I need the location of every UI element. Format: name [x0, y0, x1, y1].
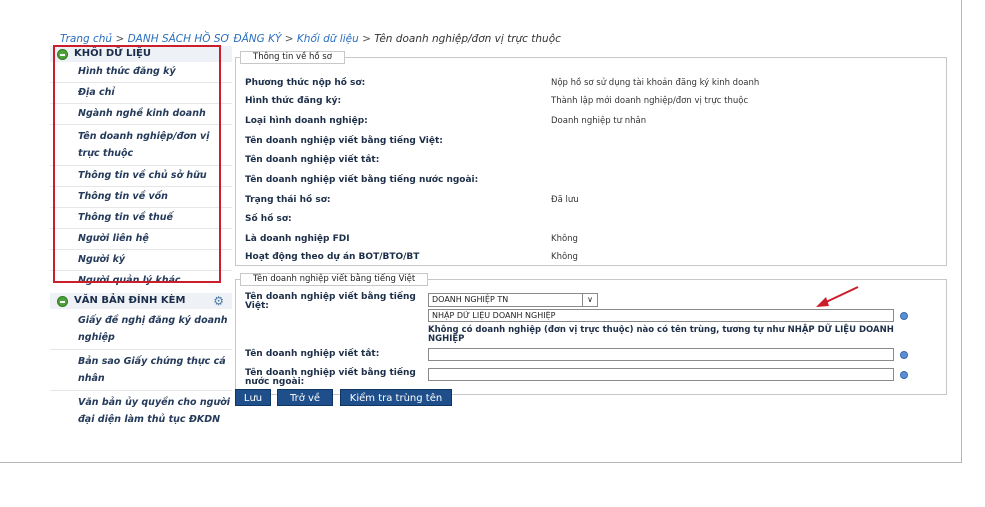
back-button[interactable]: Trở về [277, 389, 333, 406]
info-value: Thành lập mới doanh nghiệp/đơn vị trực t… [551, 96, 749, 106]
info-label: Là doanh nghiệp FDI [245, 234, 350, 244]
info-label: Tên doanh nghiệp viết bằng tiếng nước ng… [245, 175, 479, 185]
business-type-select[interactable]: DOANH NGHIỆP TN ∨ [428, 293, 598, 307]
info-label: Trạng thái hồ sơ: [245, 195, 331, 205]
info-label: Loại hình doanh nghiệp: [245, 116, 368, 126]
sidebar-item-request-form[interactable]: Giấy đề nghị đăng ký doanh nghiệp [50, 309, 232, 350]
info-dot-icon[interactable] [900, 351, 908, 359]
highlight-box [53, 45, 221, 283]
info-label: Số hồ sơ: [245, 214, 292, 224]
breadcrumb: Trang chủ > DANH SÁCH HỒ SƠ ĐĂNG KÝ > Kh… [60, 33, 561, 45]
check-duplicate-button[interactable]: Kiểm tra trùng tên [340, 389, 452, 406]
foreign-name-label: Tên doanh nghiệp viết bằng tiếng nước ng… [245, 368, 416, 387]
foreign-name-input[interactable] [428, 368, 894, 381]
breadcrumb-home[interactable]: Trang chủ [60, 33, 112, 45]
breadcrumb-sep: > [115, 33, 125, 45]
select-value: DOANH NGHIỆP TN [432, 295, 509, 304]
status-value: Đã lưu [551, 195, 579, 205]
red-arrow-icon [816, 286, 859, 307]
minus-circle-icon[interactable] [57, 296, 68, 307]
info-label: Hoạt động theo dự án BOT/BTO/BT [245, 252, 420, 262]
sidebar-item-authorization[interactable]: Văn bản ủy quyền cho người đại diện làm … [50, 391, 232, 431]
breadcrumb-current: Tên doanh nghiệp/đơn vị trực thuộc [374, 33, 561, 45]
chevron-down-icon[interactable]: ∨ [582, 294, 597, 306]
panel-legend: Tên doanh nghiệp viết bằng tiếng Việt [240, 273, 429, 286]
info-dot-icon[interactable] [900, 371, 908, 379]
abbr-name-label: Tên doanh nghiệp viết tắt: [245, 349, 380, 359]
info-value: Nộp hồ sơ sử dụng tài khoản đăng ký kinh… [551, 78, 760, 88]
sidebar-item-id-copy[interactable]: Bản sao Giấy chứng thực cá nhân [50, 350, 232, 391]
abbr-name-input[interactable] [428, 348, 894, 361]
info-label: Tên doanh nghiệp viết bằng tiếng Việt: [245, 136, 443, 146]
vn-name-input[interactable] [428, 309, 894, 322]
sidebar-attachment-list: Giấy đề nghị đăng ký doanh nghiệp Bản sa… [50, 309, 232, 431]
vn-name-label: Tên doanh nghiệp viết bằng tiếng Việt: [245, 292, 416, 311]
info-label: Hình thức đăng ký: [245, 96, 342, 106]
gear-icon[interactable]: ⚙ [213, 294, 224, 308]
section-title: VĂN BẢN ĐÍNH KÈM [74, 295, 186, 306]
save-button[interactable]: Lưu [235, 389, 271, 406]
info-value: Doanh nghiệp tư nhân [551, 116, 647, 126]
info-dot-icon[interactable] [900, 312, 908, 320]
duplicate-check-message: Không có doanh nghiệp (đơn vị trực thuộc… [428, 325, 894, 344]
breadcrumb-block[interactable]: Khối dữ liệu [297, 33, 359, 45]
breadcrumb-sep: > [284, 33, 294, 45]
info-label: Tên doanh nghiệp viết tắt: [245, 155, 380, 165]
info-value: Không [551, 234, 578, 244]
profile-info-rows: Phương thức nộp hồ sơ: Nộp hồ sơ sử dụng… [235, 72, 945, 272]
sidebar-section-attachments[interactable]: VĂN BẢN ĐÍNH KÈM ⚙ [50, 293, 232, 309]
breadcrumb-sep: > [362, 33, 371, 45]
panel-legend: Thông tin về hồ sơ [240, 51, 345, 64]
breadcrumb-list[interactable]: DANH SÁCH HỒ SƠ ĐĂNG KÝ [128, 33, 282, 45]
info-value: Không [551, 252, 578, 262]
info-label: Phương thức nộp hồ sơ: [245, 78, 366, 88]
